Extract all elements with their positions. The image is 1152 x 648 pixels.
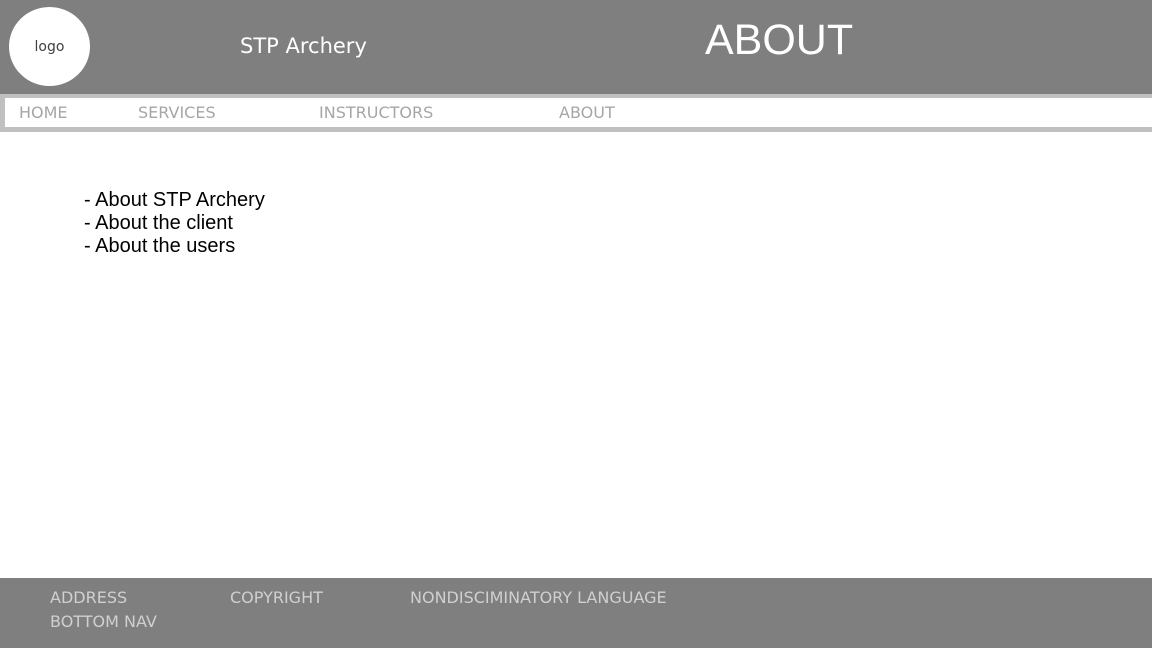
footer-copyright-link[interactable]: COPYRIGHT bbox=[230, 588, 323, 607]
site-name[interactable]: STP Archery bbox=[240, 34, 367, 58]
nav-item-home[interactable]: HOME bbox=[19, 103, 68, 122]
footer-bar: ADDRESS COPYRIGHT NONDISCIMINATORY LANGU… bbox=[0, 578, 1152, 648]
page-title: ABOUT bbox=[705, 16, 854, 64]
list-item: - About the client bbox=[84, 212, 233, 234]
top-nav-inner: HOME SERVICES INSTRUCTORS ABOUT bbox=[5, 98, 1152, 127]
list-item: - About the users bbox=[84, 235, 236, 257]
list-item: - About STP Archery bbox=[84, 189, 265, 211]
logo[interactable]: logo bbox=[9, 7, 90, 86]
top-nav: HOME SERVICES INSTRUCTORS ABOUT bbox=[0, 94, 1152, 132]
content-list: - About STP Archery - About the client -… bbox=[84, 189, 265, 258]
nav-item-about[interactable]: ABOUT bbox=[559, 103, 615, 122]
nav-item-instructors[interactable]: INSTRUCTORS bbox=[319, 103, 433, 122]
logo-label: logo bbox=[34, 38, 65, 55]
footer-bottom-nav[interactable]: BOTTOM NAV bbox=[50, 612, 157, 631]
page: logo STP Archery ABOUT HOME SERVICES INS… bbox=[0, 0, 1152, 648]
footer-nondiscriminatory-link[interactable]: NONDISCIMINATORY LANGUAGE bbox=[410, 588, 667, 607]
nav-item-services[interactable]: SERVICES bbox=[138, 103, 216, 122]
header-bar: logo STP Archery ABOUT bbox=[0, 0, 1152, 94]
footer-address-link[interactable]: ADDRESS bbox=[50, 588, 127, 607]
